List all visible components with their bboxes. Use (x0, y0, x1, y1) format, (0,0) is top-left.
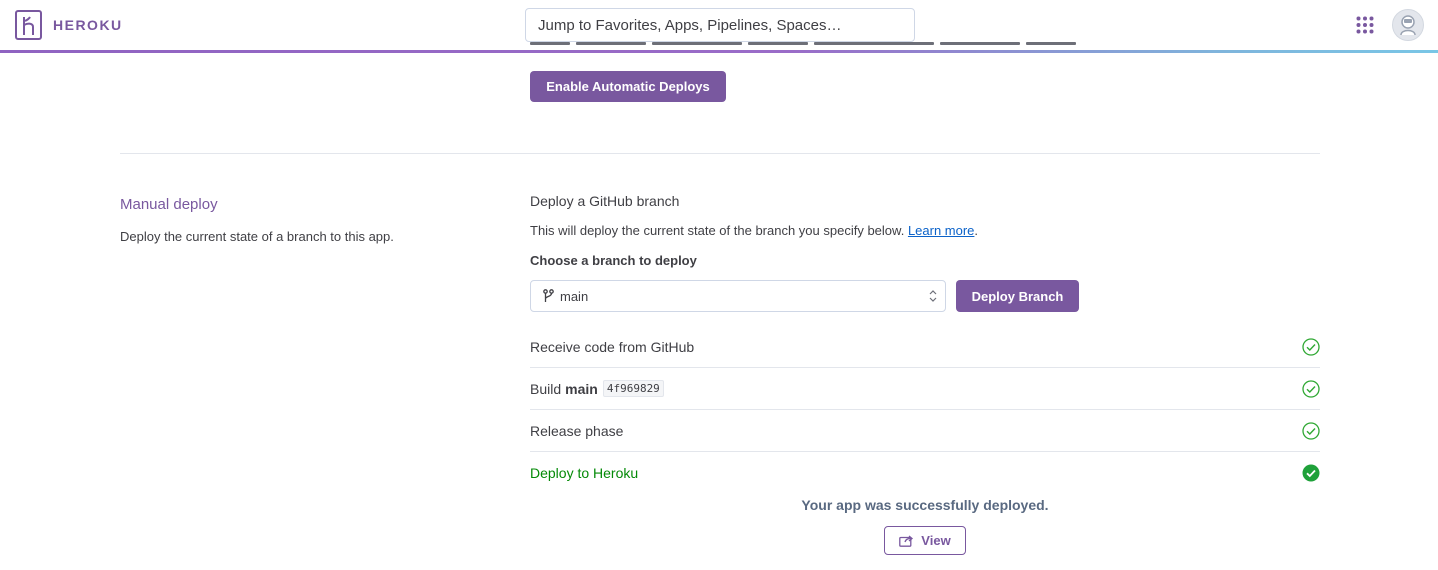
description-period: . (974, 223, 979, 238)
user-avatar[interactable] (1392, 9, 1424, 41)
heroku-logo-icon (15, 10, 42, 40)
check-circle-icon (1302, 338, 1320, 356)
learn-more-link[interactable]: Learn more (908, 223, 974, 238)
step-label: Release phase (530, 422, 624, 439)
select-caret-icon (929, 290, 937, 302)
avatar-icon (1400, 15, 1416, 36)
grid-icon[interactable] (1356, 16, 1374, 34)
step-label: Receive code from GitHub (530, 338, 695, 355)
step-deploy-to-heroku: Deploy to Heroku (530, 452, 1320, 494)
view-app-button[interactable]: View (884, 526, 966, 555)
view-button-label: View (921, 533, 951, 548)
choose-branch-label: Choose a branch to deploy (530, 253, 697, 268)
branch-select[interactable]: main (530, 280, 946, 312)
manual-deploy-title: Manual deploy (120, 196, 218, 213)
deploy-github-description: This will deploy the current state of th… (530, 223, 978, 238)
enable-automatic-deploys-button[interactable]: Enable Automatic Deploys (530, 71, 726, 102)
deploy-branch-button[interactable]: Deploy Branch (956, 280, 1079, 312)
build-branch-name: main (565, 380, 598, 397)
brand-name: HEROKU (53, 17, 123, 33)
branch-select-value: main (560, 288, 589, 304)
step-label: Deploy to Heroku (530, 465, 639, 481)
deploy-github-branch-title: Deploy a GitHub branch (530, 193, 680, 209)
step-build: Build main 4f969829 (530, 368, 1320, 410)
check-circle-filled-icon (1302, 464, 1320, 482)
check-circle-icon (1302, 422, 1320, 440)
manual-deploy-description: Deploy the current state of a branch to … (120, 229, 394, 244)
clipped-description-text (530, 42, 1090, 50)
deploy-github-description-text: This will deploy the current state of th… (530, 223, 905, 238)
section-divider (120, 153, 1320, 154)
check-circle-icon (1302, 380, 1320, 398)
external-link-icon (899, 535, 914, 547)
step-receive-code: Receive code from GitHub (530, 326, 1320, 368)
search-input[interactable] (525, 8, 915, 42)
step-label: Build (530, 380, 562, 397)
header-accent-bar (0, 50, 1438, 53)
step-release-phase: Release phase (530, 410, 1320, 452)
branch-icon (543, 289, 554, 302)
commit-sha: 4f969829 (602, 380, 664, 397)
heroku-logo[interactable]: HEROKU (15, 10, 123, 40)
deploy-success-message: Your app was successfully deployed. (801, 497, 1049, 513)
